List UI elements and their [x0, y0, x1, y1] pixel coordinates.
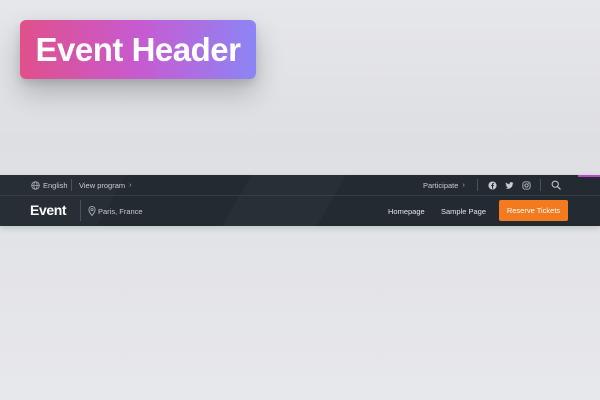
divider [477, 179, 478, 191]
nav-sample-page[interactable]: Sample Page [441, 196, 486, 226]
title-badge: Event Header [20, 20, 256, 79]
reserve-tickets-button[interactable]: Reserve Tickets [499, 200, 568, 221]
header-main-bar: Event Paris, France Homepage Sample Page… [0, 196, 600, 226]
language-label: English [43, 180, 68, 190]
site-logo[interactable]: Event [30, 202, 67, 218]
view-program-link[interactable]: View program › [79, 175, 131, 195]
event-header: English View program › Participate › Eve… [0, 175, 600, 226]
chevron-right-icon: › [129, 181, 132, 189]
participate-link[interactable]: Participate › [423, 175, 465, 195]
divider [540, 179, 541, 191]
instagram-icon[interactable] [522, 180, 531, 190]
title-badge-text: Event Header [35, 30, 241, 68]
view-program-label: View program [79, 180, 126, 190]
header-top-bar: English View program › Participate › [0, 175, 600, 196]
event-location: Paris, France [88, 196, 143, 226]
social-links [488, 175, 539, 195]
divider [71, 179, 72, 191]
divider [80, 200, 81, 221]
chevron-right-icon: › [462, 181, 465, 189]
map-pin-icon [88, 206, 96, 216]
facebook-icon[interactable] [488, 180, 497, 190]
nav-homepage[interactable]: Homepage [388, 196, 425, 226]
twitter-icon[interactable] [505, 181, 514, 190]
language-selector[interactable]: English [31, 175, 68, 195]
search-icon[interactable] [551, 180, 561, 190]
globe-icon [31, 180, 40, 190]
participate-label: Participate [423, 180, 459, 190]
location-label: Paris, France [98, 206, 143, 216]
